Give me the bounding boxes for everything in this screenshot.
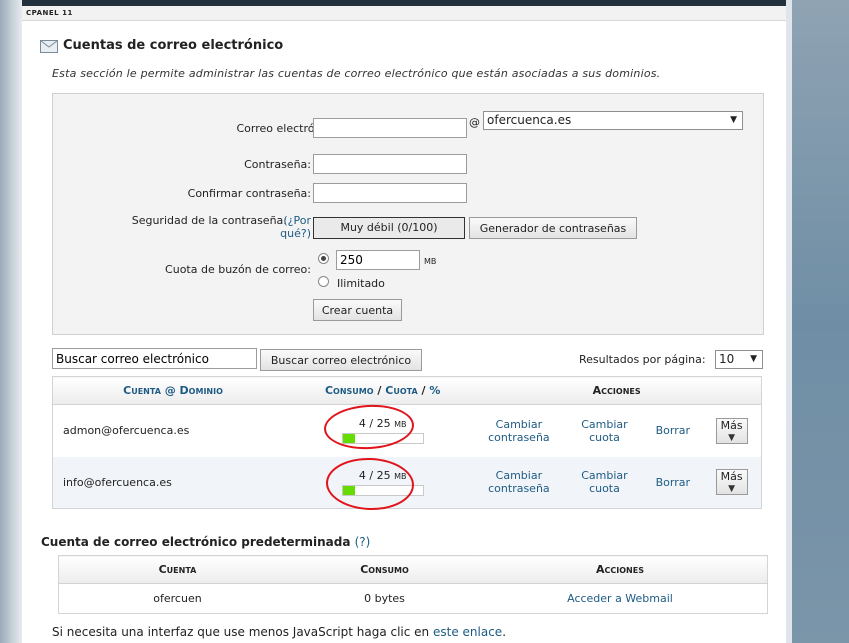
default-account-help-link[interactable]: (?) bbox=[355, 535, 371, 549]
change-password-link[interactable]: Cambiar contraseña bbox=[472, 457, 565, 509]
table-row: ofercuen 0 bytes Acceder a Webmail bbox=[59, 584, 768, 614]
default-account-usage: 0 bytes bbox=[364, 592, 405, 605]
more-button[interactable]: Más ▼ bbox=[715, 417, 748, 444]
per-page-select[interactable]: 10 ▼ bbox=[715, 350, 763, 369]
change-password-link[interactable]: Cambiar contraseña bbox=[472, 405, 565, 457]
quota-radio[interactable] bbox=[318, 253, 329, 264]
sort-quota-link[interactable]: Cuota bbox=[385, 384, 417, 397]
right-background bbox=[786, 0, 849, 643]
password-generator-button[interactable]: Generador de contraseñas bbox=[469, 217, 637, 239]
triangle-down-icon: ▼ bbox=[728, 432, 736, 443]
footer-note: Si necesita una interfaz que use menos J… bbox=[52, 625, 506, 639]
webmail-link[interactable]: Acceder a Webmail bbox=[473, 584, 768, 614]
account-email: admon@ofercuenca.es bbox=[63, 424, 190, 438]
default-account-title-text: Cuenta de correo electrónico predetermin… bbox=[41, 535, 351, 549]
domain-selected: ofercuenca.es bbox=[487, 113, 572, 127]
delete-link[interactable]: Borrar bbox=[643, 405, 702, 457]
accounts-table-header: Cuenta @ Dominio Consumo / Cuota / % Acc… bbox=[52, 376, 762, 405]
page-title-row: Cuentas de correo electrónico bbox=[40, 38, 283, 53]
change-password-line2: contraseña bbox=[488, 430, 550, 444]
more-cell: Más ▼ bbox=[702, 457, 761, 509]
search-input[interactable] bbox=[52, 348, 257, 369]
strength-why-line1: (¿Por bbox=[283, 214, 311, 227]
sort-usage-link[interactable]: Consumo bbox=[325, 384, 374, 397]
change-quota-line1: Cambiar bbox=[581, 417, 628, 431]
col-usage-header: Consumo / Cuota / % bbox=[293, 376, 473, 405]
default-account-name: ofercuen bbox=[153, 592, 202, 605]
change-password-line2: contraseña bbox=[488, 482, 550, 496]
more-label: Más bbox=[720, 418, 743, 432]
default-col-usage: Consumo bbox=[296, 555, 473, 584]
change-password-line1: Cambiar bbox=[495, 417, 543, 431]
more-cell: Más ▼ bbox=[702, 405, 761, 457]
strength-label: Seguridad de la contraseña: bbox=[131, 214, 287, 227]
password-label: Contraseña: bbox=[244, 158, 311, 171]
page-description: Esta sección le permite administrar las … bbox=[52, 67, 661, 80]
quota-label: Cuota de buzón de correo: bbox=[165, 263, 311, 276]
cpanel-strip bbox=[22, 6, 786, 21]
per-page-label: Resultados por página: bbox=[579, 353, 706, 366]
default-account-title: Cuenta de correo electrónico predetermin… bbox=[41, 535, 370, 549]
strength-meter: Muy débil (0/100) bbox=[313, 217, 465, 239]
main-page: CPANEL 11 Cuentas de correo electrónico … bbox=[22, 0, 786, 643]
change-quota-line2: cuota bbox=[589, 430, 620, 444]
confirm-password-field[interactable] bbox=[313, 183, 467, 203]
more-button[interactable]: Más ▼ bbox=[715, 469, 748, 496]
change-quota-line2: cuota bbox=[589, 482, 620, 496]
unlimited-radio[interactable] bbox=[318, 276, 329, 287]
more-label: Más bbox=[720, 470, 743, 484]
sort-percent-link[interactable]: % bbox=[429, 384, 440, 397]
col-actions-header: Acciones bbox=[472, 376, 762, 405]
usage-sep-2: / bbox=[417, 384, 430, 397]
unlimited-label: Ilimitado bbox=[337, 277, 385, 290]
page-title: Cuentas de correo electrónico bbox=[63, 38, 284, 53]
domain-select[interactable]: ofercuenca.es ▼ bbox=[483, 111, 743, 130]
dropdown-arrow-icon: ▼ bbox=[730, 115, 737, 125]
change-password-line1: Cambiar bbox=[495, 469, 543, 483]
strength-why-line2: qué?) bbox=[280, 227, 311, 240]
change-quota-link[interactable]: Cambiar cuota bbox=[565, 405, 643, 457]
default-col-actions: Acciones bbox=[473, 555, 768, 584]
mail-icon bbox=[40, 39, 58, 53]
at-symbol: @ bbox=[469, 116, 480, 129]
account-email: info@ofercuenca.es bbox=[63, 475, 172, 489]
create-account-form: Correo electrónico: @ ofercuenca.es ▼ Co… bbox=[52, 93, 764, 335]
email-label: Correo electrónico: bbox=[236, 122, 342, 135]
password-field[interactable] bbox=[313, 154, 467, 174]
left-background bbox=[0, 0, 22, 643]
strength-why-link[interactable]: (¿Por qué?) bbox=[279, 214, 311, 240]
email-field[interactable] bbox=[313, 118, 467, 138]
change-quota-link[interactable]: Cambiar cuota bbox=[565, 457, 643, 509]
quota-unit: MB bbox=[424, 257, 437, 266]
default-col-account: Cuenta bbox=[58, 555, 296, 584]
cpanel-label: CPANEL 11 bbox=[26, 9, 73, 17]
footer-period: . bbox=[502, 625, 507, 639]
delete-link[interactable]: Borrar bbox=[643, 457, 702, 509]
per-page-value: 10 bbox=[719, 352, 735, 366]
default-account-header: Cuenta Consumo Acciones bbox=[58, 555, 768, 584]
triangle-down-icon: ▼ bbox=[728, 484, 736, 495]
col-account-header[interactable]: Cuenta @ Dominio bbox=[52, 376, 294, 405]
change-quota-line1: Cambiar bbox=[581, 469, 628, 483]
quota-input[interactable] bbox=[336, 250, 420, 270]
dropdown-arrow-icon: ▼ bbox=[750, 354, 757, 364]
default-account-table: Cuenta Consumo Acciones ofercuen 0 bytes… bbox=[58, 555, 768, 614]
usage-sep-1: / bbox=[373, 384, 386, 397]
footer-text: Si necesita una interfaz que use menos J… bbox=[52, 625, 433, 639]
confirm-password-label: Confirmar contraseña: bbox=[187, 187, 311, 200]
search-button[interactable]: Buscar correo electrónico bbox=[260, 349, 422, 371]
footer-link[interactable]: este enlace bbox=[433, 625, 502, 639]
create-account-button[interactable]: Crear cuenta bbox=[313, 299, 402, 321]
